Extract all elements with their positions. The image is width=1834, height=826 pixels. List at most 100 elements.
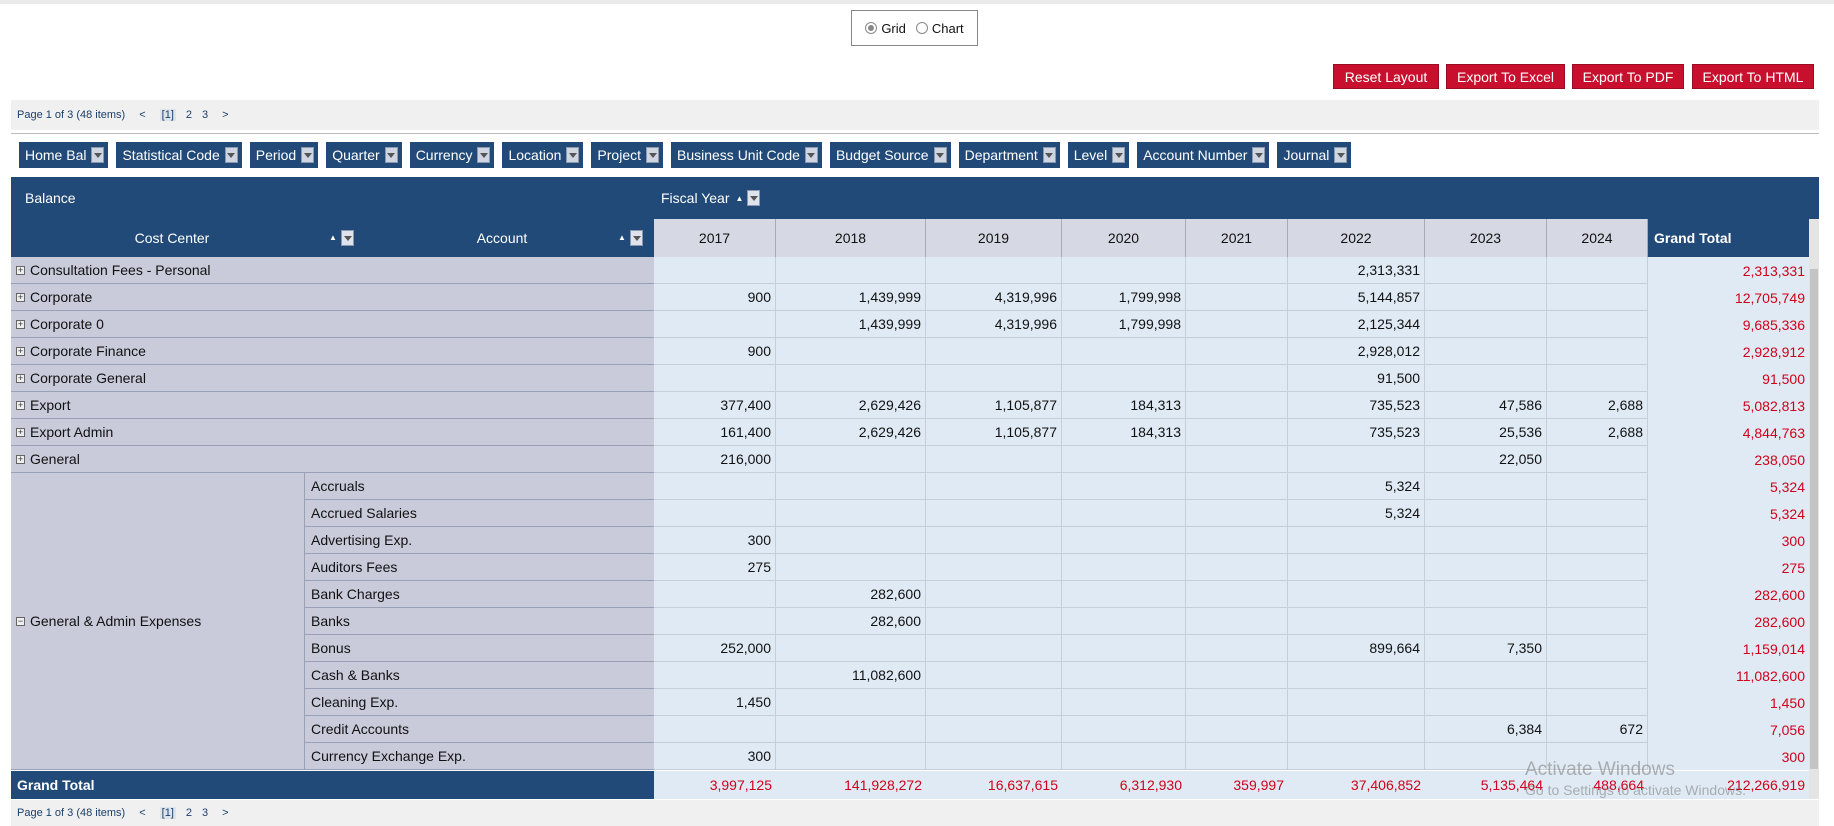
expand-icon[interactable]: + — [16, 292, 25, 302]
expand-icon[interactable]: + — [16, 373, 25, 383]
cost-center-row-header[interactable]: + Corporate Finance — [11, 338, 654, 365]
filter-dropdown-icon[interactable] — [566, 147, 580, 163]
expand-icon[interactable]: + — [16, 346, 25, 356]
value-cell — [1186, 311, 1288, 338]
filter-field-business-unit-code[interactable]: Business Unit Code — [671, 142, 822, 168]
vertical-scrollbar[interactable] — [1809, 219, 1819, 799]
pager-page-1[interactable]: [1] — [159, 109, 176, 121]
filter-dropdown-icon[interactable] — [384, 147, 398, 163]
filter-dropdown-icon[interactable] — [630, 230, 643, 246]
cost-center-row-header[interactable]: + Corporate General — [11, 365, 654, 392]
filter-dropdown-icon[interactable] — [646, 147, 659, 163]
filter-field-location[interactable]: Location — [502, 142, 584, 168]
value-cell — [1186, 446, 1288, 473]
filter-field-quarter[interactable]: Quarter — [326, 142, 402, 168]
scrollbar-thumb[interactable] — [1810, 269, 1818, 769]
expand-icon[interactable]: + — [16, 400, 25, 410]
cost-center-label: Consultation Fees - Personal — [30, 262, 211, 278]
filter-dropdown-icon[interactable] — [1252, 147, 1266, 163]
row-field-cost-center[interactable]: Cost Center — [11, 219, 333, 257]
expand-icon[interactable]: + — [16, 319, 25, 329]
chart-radio[interactable]: Chart — [915, 21, 964, 36]
value-cell: 735,523 — [1288, 419, 1425, 446]
value-cell — [1186, 500, 1288, 527]
pager-page-2[interactable]: 2 — [186, 807, 192, 819]
value-cell: 6,384 — [1425, 716, 1547, 743]
value-cell — [776, 554, 926, 581]
value-cell — [1288, 743, 1425, 770]
year-header-2019[interactable]: 2019 — [926, 219, 1062, 257]
export-html-button[interactable]: Export To HTML — [1692, 64, 1814, 89]
filter-dropdown-icon[interactable] — [341, 230, 354, 246]
year-header-2022[interactable]: 2022 — [1288, 219, 1425, 257]
value-cell — [1547, 635, 1648, 662]
data-field-balance[interactable]: Balance — [25, 177, 76, 219]
value-cell — [776, 635, 926, 662]
filter-field-statistical-code[interactable]: Statistical Code — [116, 142, 242, 168]
pager-prev[interactable]: < — [139, 109, 145, 121]
year-header-2020[interactable]: 2020 — [1062, 219, 1186, 257]
pager-prev[interactable]: < — [139, 807, 145, 819]
cost-center-row-header[interactable]: + Consultation Fees - Personal — [11, 257, 654, 284]
year-header-2024[interactable]: 2024 — [1547, 219, 1648, 257]
pager-page-3[interactable]: 3 — [202, 807, 208, 819]
filter-dropdown-icon[interactable] — [1112, 147, 1126, 163]
value-cell: 2,125,344 — [1288, 311, 1425, 338]
expand-icon[interactable]: + — [16, 454, 25, 464]
year-header-2017[interactable]: 2017 — [654, 219, 776, 257]
filter-field-budget-source[interactable]: Budget Source — [829, 142, 951, 168]
value-cell — [776, 743, 926, 770]
sort-asc-icon[interactable]: ▲ — [618, 233, 626, 242]
cost-center-row-header[interactable]: + Corporate 0 — [11, 311, 654, 338]
filter-dropdown-icon[interactable] — [933, 147, 947, 163]
export-pdf-button[interactable]: Export To PDF — [1572, 64, 1684, 89]
filter-field-level[interactable]: Level — [1067, 142, 1130, 168]
grand-total-row-label: Grand Total — [11, 771, 654, 799]
filter-dropdown-icon[interactable] — [224, 147, 238, 163]
filter-field-project[interactable]: Project — [591, 142, 663, 168]
value-cell — [776, 689, 926, 716]
year-header-2018[interactable]: 2018 — [776, 219, 926, 257]
filter-dropdown-icon[interactable] — [477, 147, 491, 163]
filter-field-journal[interactable]: Journal — [1277, 142, 1352, 168]
pager-next[interactable]: > — [222, 807, 228, 819]
filter-dropdown-icon[interactable] — [804, 147, 818, 163]
filter-field-home-bal[interactable]: Home Bal — [19, 142, 109, 168]
cost-center-row-header[interactable]: + General — [11, 446, 654, 473]
filter-field-account-number[interactable]: Account Number — [1137, 142, 1270, 168]
pager-page-3[interactable]: 3 — [202, 109, 208, 121]
filter-dropdown-icon[interactable] — [91, 147, 105, 163]
value-cell: 2,629,426 — [776, 419, 926, 446]
filter-dropdown-icon[interactable] — [1042, 147, 1056, 163]
cost-center-row-header[interactable]: − General & Admin Expenses — [11, 473, 304, 770]
pager-page-1[interactable]: [1] — [159, 807, 176, 819]
collapse-icon[interactable]: − — [16, 616, 25, 626]
sort-asc-icon[interactable]: ▲ — [735, 194, 743, 203]
cost-center-row-header[interactable]: + Export Admin — [11, 419, 654, 446]
grid-radio[interactable]: Grid — [865, 21, 906, 36]
export-excel-button[interactable]: Export To Excel — [1446, 64, 1565, 89]
filter-field-currency[interactable]: Currency — [409, 142, 495, 168]
reset-layout-button[interactable]: Reset Layout — [1333, 64, 1439, 89]
value-cell — [1186, 527, 1288, 554]
value-cell: 735,523 — [1288, 392, 1425, 419]
cost-center-row-header[interactable]: + Corporate — [11, 284, 654, 311]
pager-next[interactable]: > — [222, 109, 228, 121]
value-cell — [654, 365, 776, 392]
row-field-account[interactable]: Account — [358, 219, 646, 257]
filter-dropdown-icon[interactable] — [301, 147, 315, 163]
filter-field-period[interactable]: Period — [249, 142, 319, 168]
expand-icon[interactable]: + — [16, 265, 25, 275]
year-header-2023[interactable]: 2023 — [1425, 219, 1547, 257]
year-header-2021[interactable]: 2021 — [1186, 219, 1288, 257]
cost-center-row-header[interactable]: + Export — [11, 392, 654, 419]
value-cell — [926, 743, 1062, 770]
filter-dropdown-icon[interactable] — [1334, 147, 1348, 163]
expand-icon[interactable]: + — [16, 427, 25, 437]
pager-page-2[interactable]: 2 — [186, 109, 192, 121]
filter-dropdown-icon[interactable] — [747, 190, 761, 206]
value-cell — [776, 716, 926, 743]
column-field-fiscal-year[interactable]: Fiscal Year ▲ — [661, 177, 761, 219]
sort-asc-icon[interactable]: ▲ — [329, 233, 337, 242]
filter-field-department[interactable]: Department — [958, 142, 1060, 168]
